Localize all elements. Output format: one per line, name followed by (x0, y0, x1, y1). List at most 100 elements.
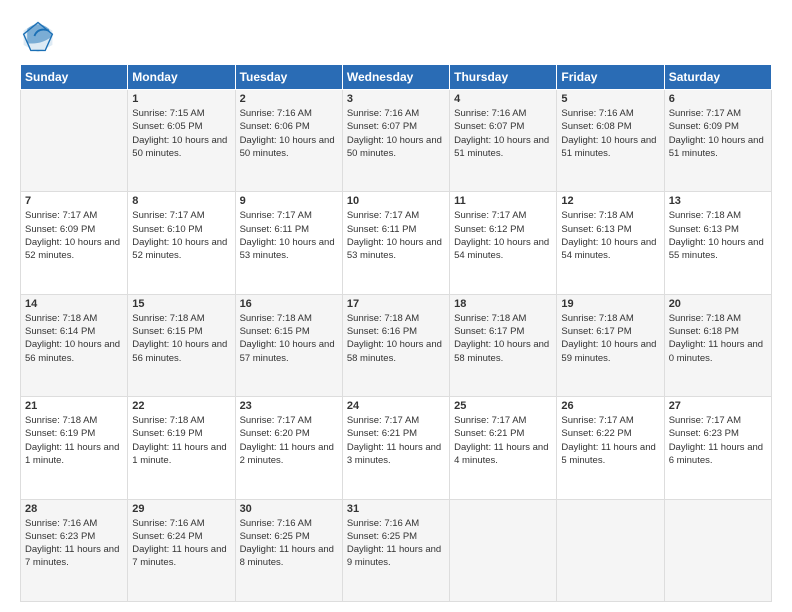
cell-info: Sunrise: 7:16 AMSunset: 6:25 PMDaylight:… (240, 517, 338, 570)
calendar-cell: 21 Sunrise: 7:18 AMSunset: 6:19 PMDayligh… (21, 397, 128, 499)
day-number: 4 (454, 93, 552, 105)
day-number: 29 (132, 503, 230, 515)
cell-info: Sunrise: 7:18 AMSunset: 6:15 PMDaylight:… (240, 312, 338, 365)
day-number: 31 (347, 503, 445, 515)
col-header-sunday: Sunday (21, 65, 128, 90)
day-number: 26 (561, 400, 659, 412)
calendar-cell (450, 499, 557, 601)
day-number: 15 (132, 298, 230, 310)
week-row-2: 7 Sunrise: 7:17 AMSunset: 6:09 PMDaylight… (21, 192, 772, 294)
cell-info: Sunrise: 7:17 AMSunset: 6:12 PMDaylight:… (454, 209, 552, 262)
calendar-cell: 31 Sunrise: 7:16 AMSunset: 6:25 PMDayligh… (342, 499, 449, 601)
day-number: 11 (454, 195, 552, 207)
week-row-3: 14 Sunrise: 7:18 AMSunset: 6:14 PMDayligh… (21, 294, 772, 396)
col-header-wednesday: Wednesday (342, 65, 449, 90)
col-header-friday: Friday (557, 65, 664, 90)
calendar-cell: 7 Sunrise: 7:17 AMSunset: 6:09 PMDaylight… (21, 192, 128, 294)
logo-icon (20, 18, 56, 54)
calendar-page: SundayMondayTuesdayWednesdayThursdayFrid… (0, 0, 792, 612)
calendar-cell (557, 499, 664, 601)
cell-info: Sunrise: 7:18 AMSunset: 6:19 PMDaylight:… (132, 414, 230, 467)
day-number: 24 (347, 400, 445, 412)
col-header-saturday: Saturday (664, 65, 771, 90)
calendar-cell: 23 Sunrise: 7:17 AMSunset: 6:20 PMDayligh… (235, 397, 342, 499)
day-number: 22 (132, 400, 230, 412)
cell-info: Sunrise: 7:15 AMSunset: 6:05 PMDaylight:… (132, 107, 230, 160)
day-number: 20 (669, 298, 767, 310)
cell-info: Sunrise: 7:17 AMSunset: 6:21 PMDaylight:… (454, 414, 552, 467)
calendar-cell: 30Sunrise: 7:16 AMSunset: 6:25 PMDayligh… (235, 499, 342, 601)
cell-info: Sunrise: 7:18 AMSunset: 6:14 PMDaylight:… (25, 312, 123, 365)
header-row: SundayMondayTuesdayWednesdayThursdayFrid… (21, 65, 772, 90)
week-row-5: 28 Sunrise: 7:16 AMSunset: 6:23 PMDayligh… (21, 499, 772, 601)
day-number: 8 (132, 195, 230, 207)
calendar-cell: 10 Sunrise: 7:17 AMSunset: 6:11 PMDayligh… (342, 192, 449, 294)
day-number: 1 (132, 93, 230, 105)
calendar-cell: 29 Sunrise: 7:16 AMSunset: 6:24 PMDayligh… (128, 499, 235, 601)
calendar-cell: 16Sunrise: 7:18 AMSunset: 6:15 PMDayligh… (235, 294, 342, 396)
day-number: 25 (454, 400, 552, 412)
calendar-cell: 13Sunrise: 7:18 AMSunset: 6:13 PMDayligh… (664, 192, 771, 294)
col-header-thursday: Thursday (450, 65, 557, 90)
day-number: 23 (240, 400, 338, 412)
cell-info: Sunrise: 7:17 AMSunset: 6:10 PMDaylight:… (132, 209, 230, 262)
calendar-cell: 15Sunrise: 7:18 AMSunset: 6:15 PMDayligh… (128, 294, 235, 396)
calendar-cell: 22 Sunrise: 7:18 AMSunset: 6:19 PMDayligh… (128, 397, 235, 499)
calendar-cell: 3 Sunrise: 7:16 AMSunset: 6:07 PMDaylight… (342, 90, 449, 192)
cell-info: Sunrise: 7:17 AMSunset: 6:22 PMDaylight:… (561, 414, 659, 467)
calendar-cell: 6Sunrise: 7:17 AMSunset: 6:09 PMDaylight… (664, 90, 771, 192)
cell-info: Sunrise: 7:18 AMSunset: 6:18 PMDaylight:… (669, 312, 767, 365)
calendar-cell: 18 Sunrise: 7:18 AMSunset: 6:17 PMDayligh… (450, 294, 557, 396)
calendar-cell: 4Sunrise: 7:16 AMSunset: 6:07 PMDaylight… (450, 90, 557, 192)
day-number: 2 (240, 93, 338, 105)
cell-info: Sunrise: 7:17 AMSunset: 6:11 PMDaylight:… (347, 209, 445, 262)
calendar-cell: 8 Sunrise: 7:17 AMSunset: 6:10 PMDaylight… (128, 192, 235, 294)
day-number: 3 (347, 93, 445, 105)
calendar-cell: 19 Sunrise: 7:18 AMSunset: 6:17 PMDayligh… (557, 294, 664, 396)
calendar-cell: 17 Sunrise: 7:18 AMSunset: 6:16 PMDayligh… (342, 294, 449, 396)
calendar-cell: 2Sunrise: 7:16 AMSunset: 6:06 PMDaylight… (235, 90, 342, 192)
cell-info: Sunrise: 7:17 AMSunset: 6:09 PMDaylight:… (669, 107, 767, 160)
day-number: 19 (561, 298, 659, 310)
calendar-cell: 25 Sunrise: 7:17 AMSunset: 6:21 PMDayligh… (450, 397, 557, 499)
calendar-body: 1 Sunrise: 7:15 AMSunset: 6:05 PMDaylight… (21, 90, 772, 602)
cell-info: Sunrise: 7:17 AMSunset: 6:11 PMDaylight:… (240, 209, 338, 262)
week-row-1: 1 Sunrise: 7:15 AMSunset: 6:05 PMDaylight… (21, 90, 772, 192)
cell-info: Sunrise: 7:16 AMSunset: 6:24 PMDaylight:… (132, 517, 230, 570)
logo (20, 18, 58, 54)
day-number: 18 (454, 298, 552, 310)
cell-info: Sunrise: 7:18 AMSunset: 6:19 PMDaylight:… (25, 414, 123, 467)
cell-info: Sunrise: 7:16 AMSunset: 6:07 PMDaylight:… (347, 107, 445, 160)
cell-info: Sunrise: 7:18 AMSunset: 6:17 PMDaylight:… (561, 312, 659, 365)
day-number: 14 (25, 298, 123, 310)
day-number: 10 (347, 195, 445, 207)
calendar-cell: 5 Sunrise: 7:16 AMSunset: 6:08 PMDaylight… (557, 90, 664, 192)
calendar-cell (664, 499, 771, 601)
calendar-cell: 27Sunrise: 7:17 AMSunset: 6:23 PMDayligh… (664, 397, 771, 499)
cell-info: Sunrise: 7:18 AMSunset: 6:17 PMDaylight:… (454, 312, 552, 365)
calendar-cell: 28 Sunrise: 7:16 AMSunset: 6:23 PMDayligh… (21, 499, 128, 601)
calendar-cell: 14 Sunrise: 7:18 AMSunset: 6:14 PMDayligh… (21, 294, 128, 396)
calendar-cell: 11 Sunrise: 7:17 AMSunset: 6:12 PMDayligh… (450, 192, 557, 294)
cell-info: Sunrise: 7:16 AMSunset: 6:25 PMDaylight:… (347, 517, 445, 570)
cell-info: Sunrise: 7:18 AMSunset: 6:16 PMDaylight:… (347, 312, 445, 365)
calendar-header: SundayMondayTuesdayWednesdayThursdayFrid… (21, 65, 772, 90)
calendar-cell: 1 Sunrise: 7:15 AMSunset: 6:05 PMDaylight… (128, 90, 235, 192)
day-number: 7 (25, 195, 123, 207)
day-number: 5 (561, 93, 659, 105)
cell-info: Sunrise: 7:17 AMSunset: 6:20 PMDaylight:… (240, 414, 338, 467)
day-number: 9 (240, 195, 338, 207)
col-header-monday: Monday (128, 65, 235, 90)
cell-info: Sunrise: 7:16 AMSunset: 6:23 PMDaylight:… (25, 517, 123, 570)
cell-info: Sunrise: 7:17 AMSunset: 6:09 PMDaylight:… (25, 209, 123, 262)
cell-info: Sunrise: 7:16 AMSunset: 6:08 PMDaylight:… (561, 107, 659, 160)
col-header-tuesday: Tuesday (235, 65, 342, 90)
day-number: 12 (561, 195, 659, 207)
day-number: 28 (25, 503, 123, 515)
day-number: 27 (669, 400, 767, 412)
calendar-cell: 20 Sunrise: 7:18 AMSunset: 6:18 PMDayligh… (664, 294, 771, 396)
day-number: 21 (25, 400, 123, 412)
week-row-4: 21 Sunrise: 7:18 AMSunset: 6:19 PMDayligh… (21, 397, 772, 499)
day-number: 17 (347, 298, 445, 310)
calendar-cell: 12Sunrise: 7:18 AMSunset: 6:13 PMDayligh… (557, 192, 664, 294)
